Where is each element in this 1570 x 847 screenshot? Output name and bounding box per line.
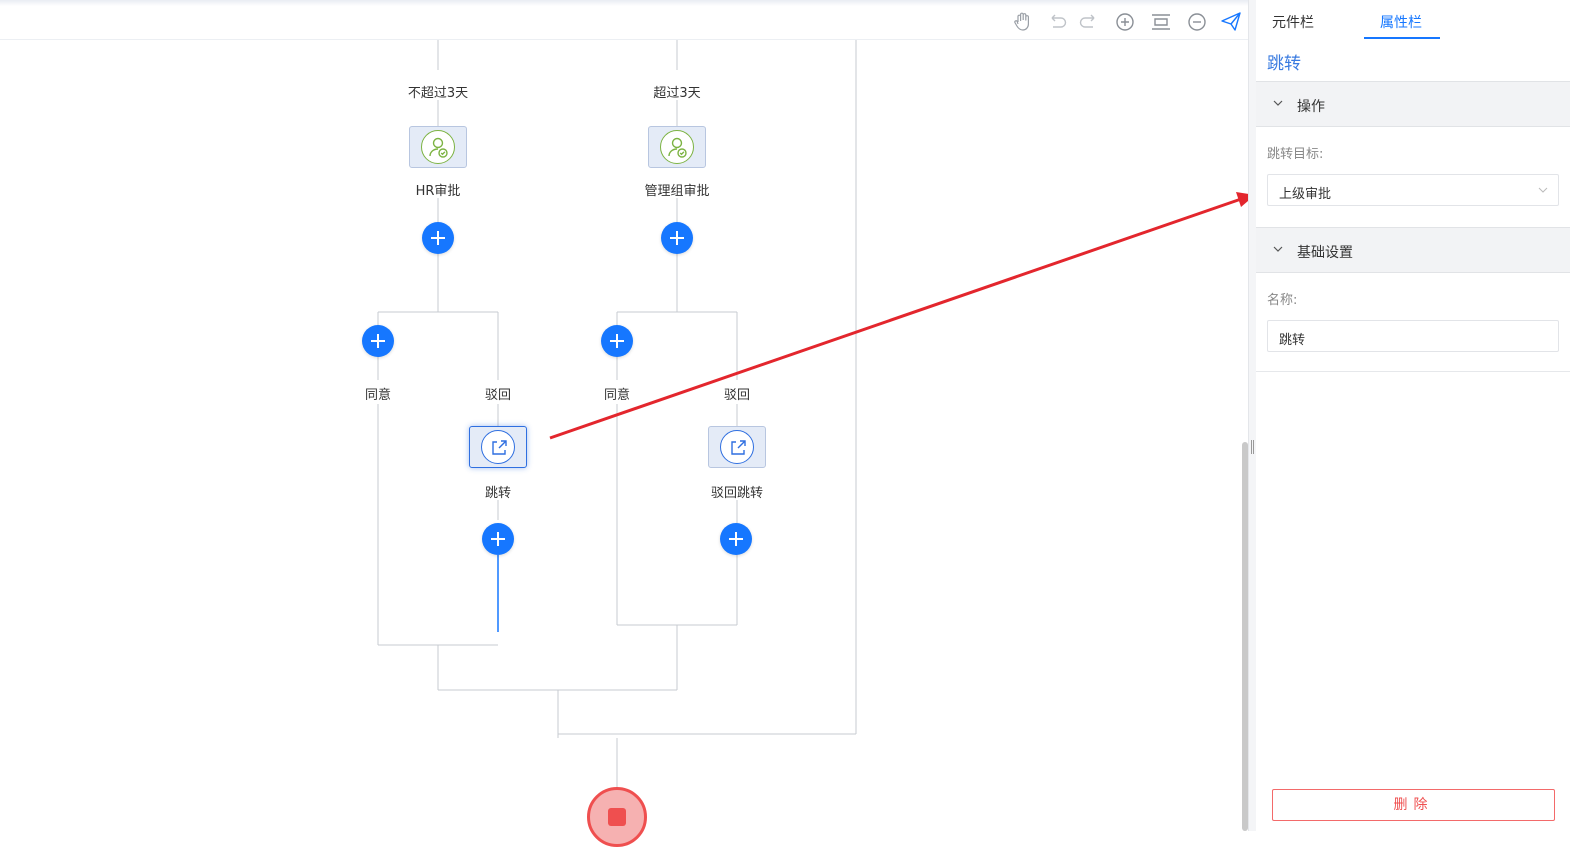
section-title: 基础设置 xyxy=(1297,245,1353,261)
delete-button[interactable]: 删除 xyxy=(1272,789,1555,821)
splitter-grip-icon xyxy=(1251,440,1254,454)
name-value: 跳转 xyxy=(1279,333,1306,348)
panel-tabs: 元件栏 属性栏 xyxy=(1256,0,1570,40)
section-divider xyxy=(1256,371,1570,372)
section-operation-header[interactable]: 操作 xyxy=(1256,81,1570,127)
section-basic-header[interactable]: 基础设置 xyxy=(1256,227,1570,273)
jump-target-value: 上级审批 xyxy=(1279,187,1332,202)
panel-splitter[interactable] xyxy=(1248,0,1256,831)
name-input[interactable]: 跳转 xyxy=(1267,320,1559,352)
name-label: 名称: xyxy=(1267,293,1298,308)
jump-target-select[interactable]: 上级审批 xyxy=(1267,174,1559,206)
jump-target-label: 跳转目标: xyxy=(1267,147,1324,162)
section-title: 操作 xyxy=(1297,99,1325,115)
panel-title: 跳转 xyxy=(1267,54,1301,74)
tab-properties[interactable]: 属性栏 xyxy=(1380,12,1422,32)
chevron-down-icon xyxy=(1538,187,1548,193)
chevron-down-icon xyxy=(1273,246,1283,252)
chevron-down-icon xyxy=(1273,100,1283,106)
properties-panel: 元件栏 属性栏 跳转 操作 跳转目标: 上级审批 基础设置 名称: 跳转 删除 xyxy=(1256,0,1570,831)
active-tab-indicator xyxy=(1364,37,1440,39)
tab-components[interactable]: 元件栏 xyxy=(1272,12,1314,32)
